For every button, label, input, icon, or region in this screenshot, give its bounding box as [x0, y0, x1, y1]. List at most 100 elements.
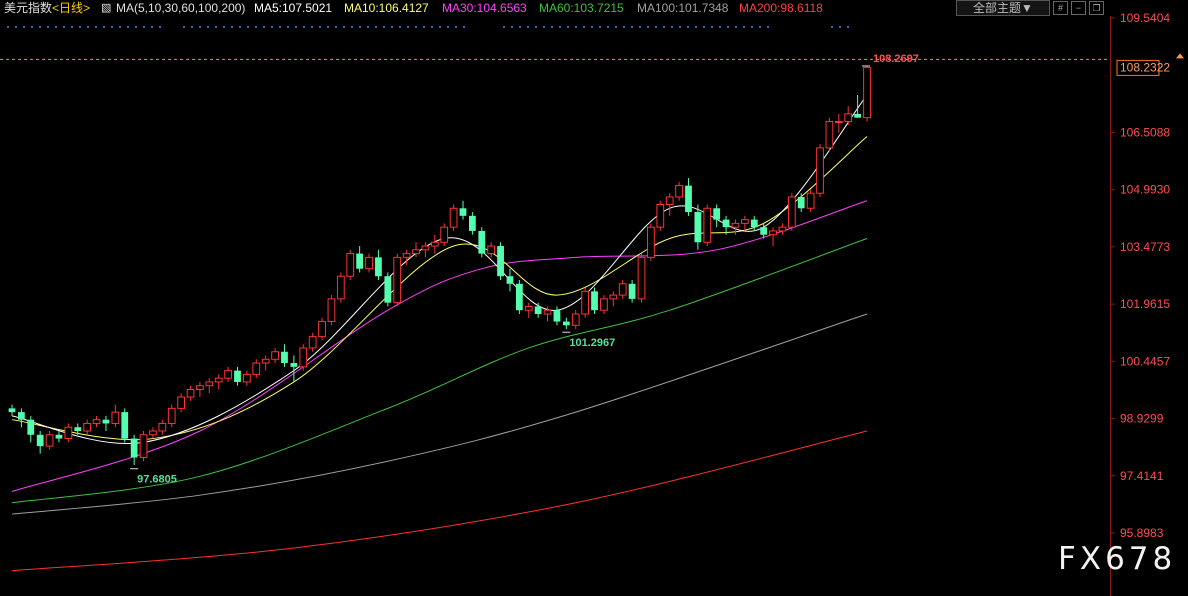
candle-body	[440, 226, 449, 243]
candle	[92, 415, 101, 428]
candle-body	[384, 276, 392, 303]
candle-body	[281, 351, 288, 364]
signal-dot	[599, 26, 601, 28]
theme-dropdown[interactable]: 全部主题▼	[956, 0, 1050, 16]
candle-body	[740, 219, 749, 224]
signal-dot	[751, 26, 753, 28]
period-selector[interactable]: <日线>	[52, 0, 90, 16]
fx678-watermark: FX678	[1058, 541, 1177, 577]
candle-body	[581, 290, 590, 315]
candle-body	[64, 426, 73, 440]
candlestick-chart[interactable]: 108.2322108.269797.6805101.2967 109.5404…	[0, 0, 1188, 596]
signal-dot	[207, 26, 209, 28]
ma5-line	[11, 94, 868, 444]
signal-dot	[767, 26, 769, 28]
signal-dot	[575, 26, 577, 28]
signal-dot	[367, 26, 369, 28]
candle-body	[421, 245, 430, 251]
signal-dot	[183, 26, 185, 28]
candle-body	[299, 347, 308, 368]
signal-dot	[223, 26, 225, 28]
candle-body	[609, 294, 618, 300]
candle	[854, 95, 861, 118]
y-tick-label: 104.9930	[1120, 183, 1170, 197]
candle	[45, 431, 54, 450]
candle	[665, 193, 674, 216]
signal-dot	[31, 26, 33, 28]
signal-dot	[735, 26, 737, 28]
candle	[196, 381, 204, 398]
candle-body	[487, 245, 496, 255]
signal-dot	[607, 26, 609, 28]
signal-dot	[351, 26, 353, 28]
candle-body	[449, 207, 458, 228]
signal-dot	[335, 26, 337, 28]
candle-body	[393, 256, 402, 304]
signal-dot	[263, 26, 265, 28]
signal-dot	[279, 26, 281, 28]
low-price-label: 97.6805	[137, 474, 177, 486]
instrument-name: 美元指数	[4, 1, 53, 15]
candle-body	[365, 256, 373, 270]
candle	[111, 404, 120, 428]
signal-dot	[287, 26, 289, 28]
candle-body	[562, 321, 570, 326]
candle-body	[111, 411, 120, 424]
signal-dot	[359, 26, 361, 28]
candle-body	[665, 196, 674, 206]
restore-icon[interactable]: ❐	[1089, 1, 1104, 15]
candle-body	[637, 256, 646, 300]
signal-dot	[71, 26, 73, 28]
signal-dot	[711, 26, 713, 28]
candle	[487, 242, 496, 258]
arrow-up-icon	[1176, 53, 1184, 59]
candle	[149, 427, 157, 439]
candle	[356, 246, 364, 273]
ma-params: MA(5,10,30,60,100,200)	[116, 1, 246, 15]
y-tick-label: 100.4457	[1120, 354, 1170, 368]
candle	[430, 234, 439, 254]
candle	[534, 302, 542, 318]
ma-settings-icon[interactable]: ▧	[101, 0, 111, 16]
signal-dot	[319, 26, 321, 28]
candle-body	[252, 362, 261, 375]
signal-dot	[399, 26, 401, 28]
candle-body	[375, 257, 382, 277]
y-tick-label: 101.9615	[1120, 297, 1170, 311]
signal-dot	[247, 26, 249, 28]
candle-body	[797, 196, 805, 209]
y-tick-label: 103.4773	[1120, 240, 1170, 254]
candle-body	[497, 246, 504, 277]
candle-body	[196, 385, 204, 390]
candle	[365, 253, 373, 273]
candle-body	[778, 226, 787, 232]
signal-dot	[255, 26, 257, 28]
high-price-label: 108.2697	[873, 53, 919, 65]
ma60-value: MA60:103.7215	[539, 1, 624, 15]
grid-icon[interactable]: #	[1053, 1, 1068, 15]
signal-dot	[407, 26, 409, 28]
candle-body	[346, 253, 355, 277]
signal-dot	[15, 26, 17, 28]
candle	[825, 117, 834, 152]
candles-group	[8, 65, 871, 465]
candle	[27, 415, 35, 443]
candle	[393, 253, 402, 307]
candle	[628, 280, 636, 303]
candle	[375, 249, 382, 281]
signal-dot	[647, 26, 649, 28]
candle-body	[92, 419, 101, 424]
candle-body	[478, 230, 486, 254]
ma10-value: MA10:106.4127	[344, 1, 429, 15]
signal-dot	[375, 26, 377, 28]
candle	[252, 359, 261, 379]
minus-icon[interactable]: −	[1071, 1, 1086, 15]
candle	[167, 404, 176, 428]
candle	[130, 434, 138, 465]
candle-body	[149, 430, 157, 436]
candle-body	[675, 185, 683, 198]
candle-body	[74, 427, 82, 432]
candle-body	[234, 370, 241, 382]
signal-dot	[431, 26, 433, 28]
signal-dot	[39, 26, 41, 28]
